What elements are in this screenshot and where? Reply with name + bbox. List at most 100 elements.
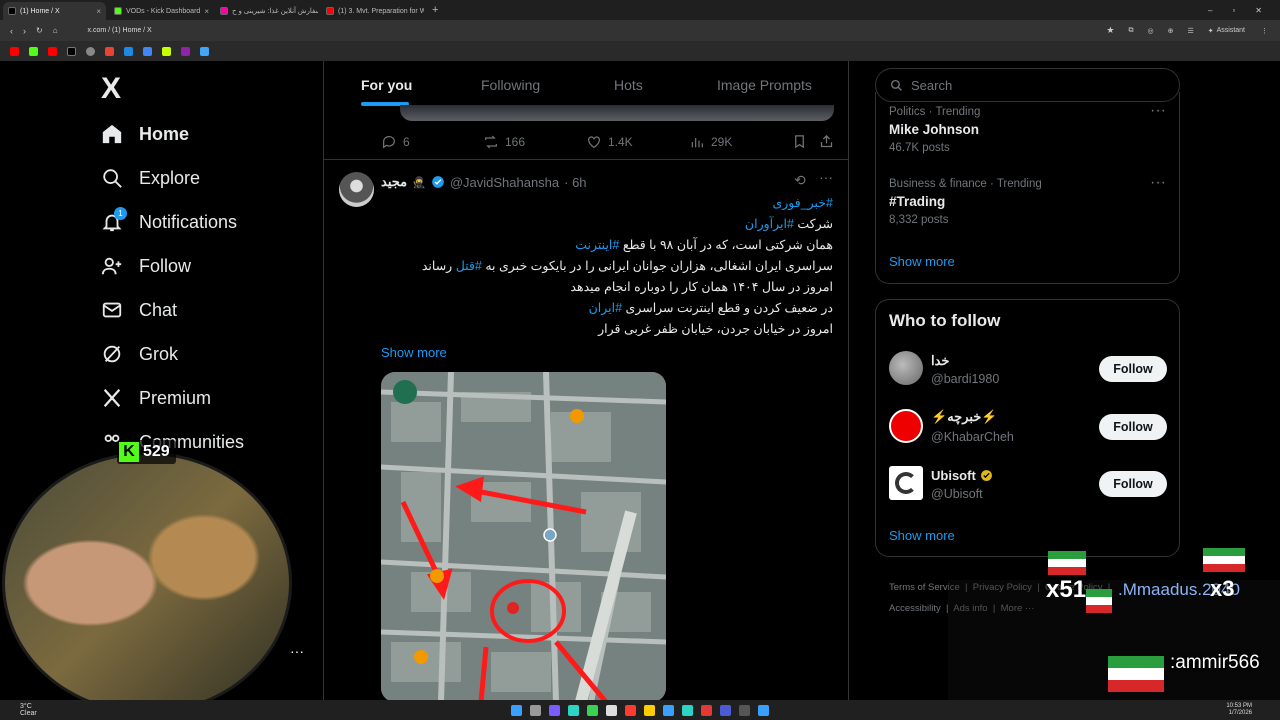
tab-image-prompts[interactable]: Image Prompts	[717, 77, 812, 93]
taskbar-app-icon[interactable]	[701, 704, 712, 716]
views-button[interactable]: 29K	[689, 134, 732, 150]
taskbar-clock[interactable]: 10:53 PM 1/7/2026	[1226, 703, 1252, 717]
tab-following[interactable]: Following	[481, 77, 540, 93]
weather-widget[interactable]: 3°C Clear	[20, 703, 37, 717]
reload-icon[interactable]: ↻	[36, 26, 43, 35]
bookmark-gmail-icon[interactable]	[105, 46, 114, 56]
repost-button[interactable]: 166	[483, 134, 525, 150]
back-icon[interactable]: ‹	[10, 26, 13, 36]
follow-button[interactable]: Follow	[1099, 356, 1167, 382]
tab-hots[interactable]: Hots	[614, 77, 643, 93]
nav-home[interactable]: Home	[101, 120, 189, 148]
bookmark-x-icon[interactable]	[67, 46, 76, 56]
browser-tab[interactable]: سفارش آنلاین غذا: شیرینی و ح×	[215, 2, 318, 20]
extensions-icon[interactable]: ⧉	[1128, 27, 1133, 35]
taskbar-app-icon[interactable]	[606, 704, 617, 716]
assistant-button[interactable]: ✦ Assistant	[1208, 27, 1245, 35]
trend-more-icon[interactable]: ···	[1150, 102, 1166, 120]
taskbar-app-icon[interactable]	[644, 704, 655, 716]
trends-show-more[interactable]: Show more	[889, 254, 955, 269]
bookmark-4-icon[interactable]	[143, 46, 152, 56]
trend-post-count: 8,332 posts	[889, 214, 949, 226]
nav-grok[interactable]: Grok	[101, 340, 178, 368]
author-avatar[interactable]	[339, 172, 374, 207]
bookmark-button[interactable]	[792, 134, 807, 154]
post-line: #خبر_فوری	[373, 193, 833, 214]
taskbar-app-icon[interactable]	[663, 704, 674, 716]
extension-icon-2[interactable]: ◎	[1147, 27, 1153, 35]
post-map-image[interactable]	[381, 372, 666, 702]
bookmark-7-icon[interactable]	[200, 46, 209, 56]
grok-analyze-icon[interactable]: ⟲	[794, 172, 806, 189]
post-line: سراسری ایران اشغالی، هزاران جوانان ایران…	[373, 256, 833, 277]
forward-icon[interactable]: ›	[23, 26, 26, 36]
menu-icon[interactable]: ⋮	[1261, 27, 1268, 35]
nav-follow[interactable]: Follow	[101, 252, 191, 280]
browser-tab[interactable]: VODs - Kick Dashboard ×	[109, 2, 212, 20]
hashtag-link[interactable]: #قتل	[456, 259, 482, 273]
maximize-button[interactable]: ▫	[1232, 6, 1235, 15]
bookmark-globe-icon[interactable]	[86, 46, 95, 56]
reply-button[interactable]: 6	[381, 134, 410, 150]
taskbar-app-icon[interactable]	[739, 704, 750, 716]
hashtag-link[interactable]: #اینترنت	[575, 238, 619, 252]
nav-premium[interactable]: Premium	[101, 384, 211, 412]
bookmark-kick-icon[interactable]	[29, 46, 38, 56]
browser-tab[interactable]: (1) Home / X ×	[3, 2, 106, 20]
start-icon[interactable]	[511, 704, 522, 716]
nav-explore[interactable]: Explore	[101, 164, 200, 192]
iran-flag-icon	[1048, 551, 1086, 575]
sidebar-icon[interactable]: ☰	[1187, 27, 1193, 35]
taskbar-app-icon[interactable]	[682, 704, 693, 716]
tab-for-you[interactable]: For you	[361, 77, 412, 93]
taskbar-app-icon[interactable]	[587, 704, 598, 716]
clock-date: 1/7/2026	[1228, 710, 1252, 716]
author-handle[interactable]: @JavidShahansha	[450, 175, 559, 190]
show-more-link[interactable]: Show more	[381, 345, 447, 360]
footer-link[interactable]: Accessibility	[889, 603, 941, 614]
close-window-button[interactable]: ✕	[1255, 6, 1262, 15]
extension-icon-3[interactable]: ⊕	[1168, 27, 1174, 35]
more-options-icon[interactable]: ···	[819, 169, 833, 185]
taskview-icon[interactable]	[530, 704, 541, 716]
follow-button[interactable]: Follow	[1099, 414, 1167, 440]
taskbar-app-icon[interactable]	[549, 704, 560, 716]
hashtag-link[interactable]: #ایران	[589, 301, 622, 315]
taskbar-app-icon[interactable]	[720, 704, 731, 716]
url-field[interactable]: x.com / (1) Home / X	[88, 27, 152, 34]
taskbar-app-icon[interactable]	[758, 704, 769, 716]
bookmark-star-icon[interactable]: ★	[1106, 25, 1114, 36]
trend-category: Politics · Trending	[889, 106, 981, 118]
ubisoft-swirl-icon	[895, 472, 917, 494]
tab-close-icon[interactable]: ×	[96, 7, 101, 16]
trend-item[interactable]: Business & finance · Trending #Trading 8…	[889, 174, 1169, 226]
bookmark-5-icon[interactable]	[162, 46, 171, 56]
trend-more-icon[interactable]: ···	[1150, 174, 1166, 192]
hashtag-link[interactable]: #خبر_فوری	[772, 196, 833, 210]
author-name[interactable]: مجید	[381, 174, 407, 190]
bookmark-youtube-2-icon[interactable]	[48, 46, 57, 56]
bookmark-drive-icon[interactable]	[124, 46, 133, 56]
who-to-follow-show-more[interactable]: Show more	[889, 528, 955, 543]
minimize-button[interactable]: –	[1208, 6, 1212, 15]
share-button[interactable]	[819, 134, 834, 154]
overlay-more-icon[interactable]: ···	[290, 643, 304, 659]
reply-icon	[383, 136, 395, 149]
x-logo[interactable]: X	[101, 72, 121, 106]
bookmark-6-icon[interactable]	[181, 46, 190, 56]
bookmark-youtube-icon[interactable]	[10, 46, 19, 56]
new-tab-button[interactable]: +	[432, 4, 438, 16]
home-browser-icon[interactable]: ⌂	[53, 26, 58, 35]
follow-button[interactable]: Follow	[1099, 471, 1167, 497]
nav-chat[interactable]: Chat	[101, 296, 177, 324]
taskbar-app-icon[interactable]	[568, 704, 579, 716]
browser-tab[interactable]: (1) 3. Mvt. Preparation for Wa×	[321, 2, 424, 20]
tab-close-icon[interactable]: ×	[204, 7, 209, 16]
hashtag-link[interactable]: #ایرآوران	[745, 217, 794, 231]
like-button[interactable]: 1.4K	[586, 134, 633, 150]
trend-name: Mike Johnson	[889, 122, 980, 137]
taskbar-app-icon[interactable]	[625, 704, 636, 716]
search-input[interactable]: Search	[911, 78, 952, 93]
trend-item[interactable]: Politics · Trending Mike Johnson 46.7K p…	[889, 102, 1169, 154]
window-controls: – ▫ ✕	[1208, 6, 1280, 15]
